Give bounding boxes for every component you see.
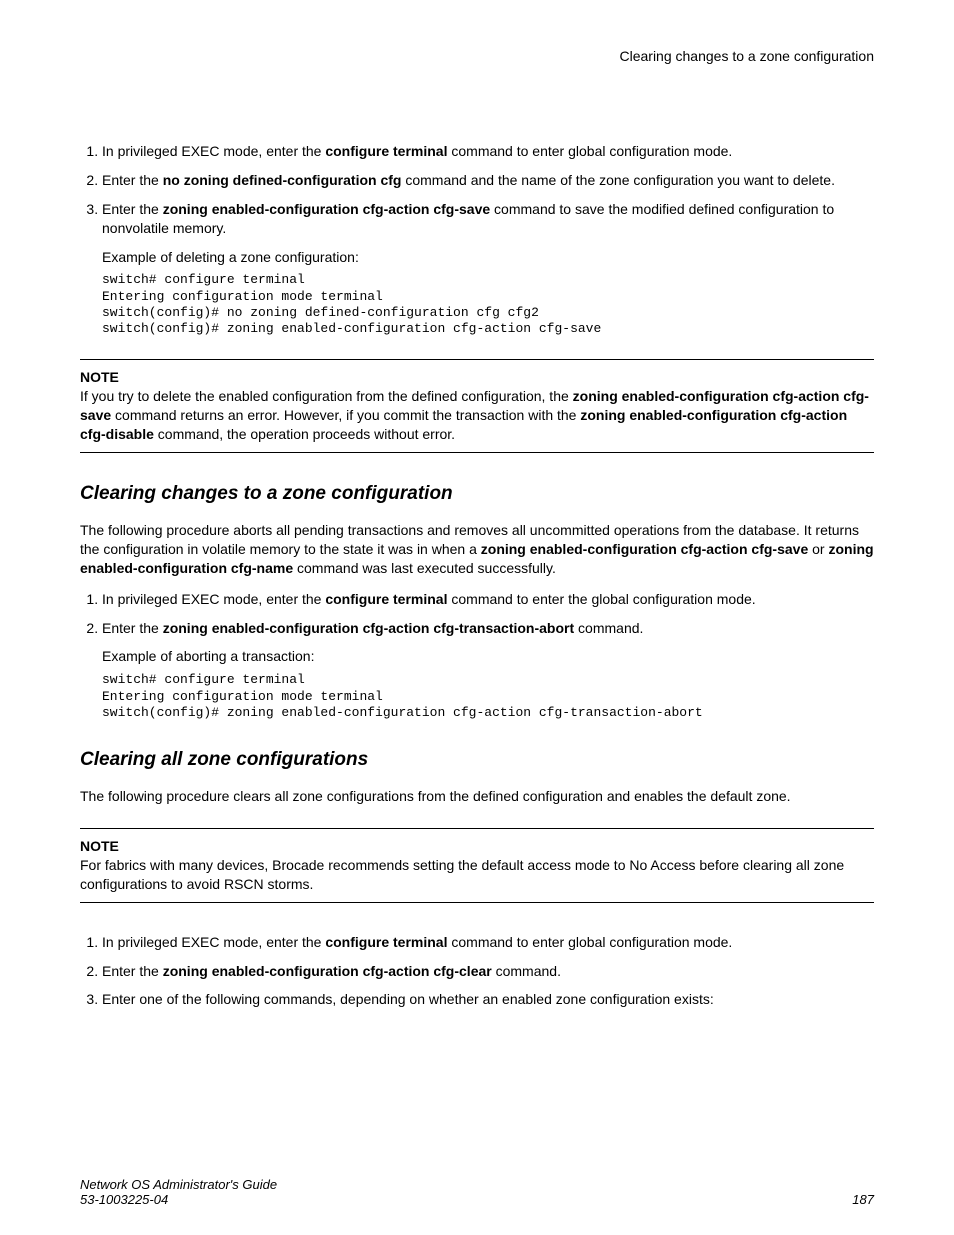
cmd-bold: zoning enabled-configuration cfg-action … [163,963,492,979]
text: command returns an error. However, if yo… [111,407,580,423]
text: command. [574,620,643,636]
page-number: 187 [852,1192,874,1207]
cmd-bold: zoning enabled-configuration cfg-action … [163,620,574,636]
text: Enter the [102,201,163,217]
section-heading-clearing-all: Clearing all zone configurations [80,749,874,771]
note-label: NOTE [80,837,874,856]
section-b-steps: In privileged EXEC mode, enter the confi… [80,590,874,721]
example-label: Example of deleting a zone configuration… [102,248,874,267]
code-block: switch# configure terminal Entering conf… [102,272,874,337]
code-block: switch# configure terminal Entering conf… [102,672,874,721]
text: Enter one of the following commands, dep… [102,991,714,1007]
guide-title: Network OS Administrator's Guide [80,1177,277,1192]
text: In privileged EXEC mode, enter the [102,143,325,159]
cmd-bold: no zoning defined-configuration cfg [163,172,402,188]
text: command. [492,963,561,979]
text: or [808,541,828,557]
list-item: Enter the zoning enabled-configuration c… [102,200,874,338]
text: If you try to delete the enabled configu… [80,388,573,404]
text: command to enter global configuration mo… [447,934,732,950]
text: In privileged EXEC mode, enter the [102,591,325,607]
text: command to enter global configuration mo… [447,143,732,159]
list-item: Enter one of the following commands, dep… [102,990,874,1009]
page: Clearing changes to a zone configuration… [0,0,954,1235]
cmd-bold: zoning enabled-configuration cfg-action … [481,541,808,557]
section-heading-clearing-changes: Clearing changes to a zone configuration [80,483,874,505]
text: command was last executed successfully. [293,560,556,576]
page-footer: Network OS Administrator's Guide 53-1003… [80,1177,874,1207]
note-block: NOTE For fabrics with many devices, Broc… [80,828,874,903]
list-item: Enter the zoning enabled-configuration c… [102,619,874,722]
text: command to enter the global configuratio… [447,591,755,607]
running-header: Clearing changes to a zone configuration [80,48,874,64]
text: command and the name of the zone configu… [401,172,835,188]
footer-left: Network OS Administrator's Guide 53-1003… [80,1177,277,1207]
text: Enter the [102,172,163,188]
list-item: Enter the no zoning defined-configuratio… [102,171,874,190]
list-item: In privileged EXEC mode, enter the confi… [102,933,874,952]
cmd-bold: configure terminal [325,591,447,607]
text: command, the operation proceeds without … [154,426,455,442]
cmd-bold: zoning enabled-configuration cfg-action … [163,201,490,217]
list-item: In privileged EXEC mode, enter the confi… [102,142,874,161]
text: Enter the [102,963,163,979]
cmd-bold: configure terminal [325,934,447,950]
section-a-steps: In privileged EXEC mode, enter the confi… [80,142,874,337]
text: Enter the [102,620,163,636]
doc-number: 53-1003225-04 [80,1192,277,1207]
section-c-intro: The following procedure clears all zone … [80,787,874,806]
list-item: In privileged EXEC mode, enter the confi… [102,590,874,609]
section-c-steps: In privileged EXEC mode, enter the confi… [80,933,874,1010]
list-item: Enter the zoning enabled-configuration c… [102,962,874,981]
example-label: Example of aborting a transaction: [102,647,874,666]
text: For fabrics with many devices, Brocade r… [80,857,844,892]
section-b-intro: The following procedure aborts all pendi… [80,521,874,578]
note-block: NOTE If you try to delete the enabled co… [80,359,874,453]
cmd-bold: configure terminal [325,143,447,159]
text: In privileged EXEC mode, enter the [102,934,325,950]
note-label: NOTE [80,368,874,387]
